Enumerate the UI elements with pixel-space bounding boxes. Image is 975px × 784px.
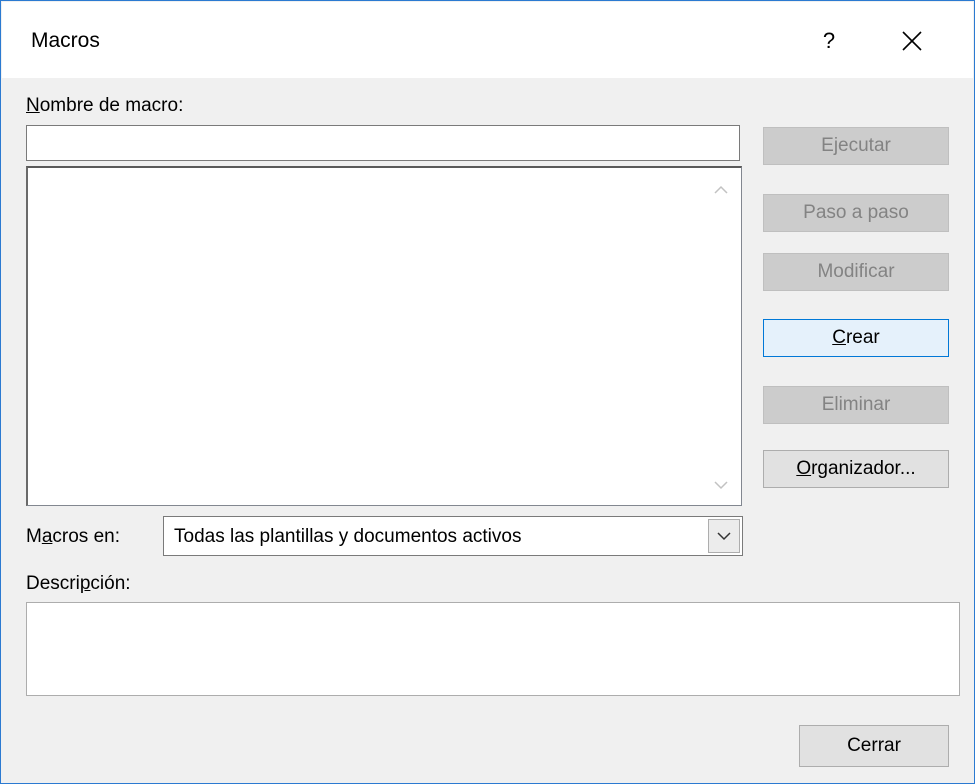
chevron-down-icon [717,532,731,541]
macros-in-selected-value: Todas las plantillas y documentos activo… [174,526,522,547]
run-button[interactable]: Ejecutar [763,127,949,165]
description-label: Descripción: [26,573,131,594]
close-icon [902,31,922,51]
help-button[interactable]: ? [804,16,854,66]
close-window-button[interactable] [882,16,942,66]
edit-button[interactable]: Modificar [763,253,949,291]
macros-in-dropdown[interactable]: Todas las plantillas y documentos activo… [163,516,743,556]
macros-dialog: Macros ? Nombre de macro: Ejecutar Paso … [0,0,975,784]
macro-name-input[interactable] [26,125,740,161]
delete-button[interactable]: Eliminar [763,386,949,424]
dropdown-arrow-button[interactable] [708,519,740,553]
create-button[interactable]: Crear [763,319,949,357]
macro-name-label: Nombre de macro: [26,95,184,116]
organizer-button[interactable]: Organizador... [763,450,949,488]
scroll-down-icon[interactable] [709,473,733,497]
scroll-up-icon[interactable] [709,178,733,202]
macro-list[interactable] [26,166,742,506]
step-into-button[interactable]: Paso a paso [763,194,949,232]
title-bar: Macros ? [2,2,973,78]
macros-in-label: Macros en: [26,526,120,547]
description-box [26,602,960,696]
close-button[interactable]: Cerrar [799,725,949,767]
dialog-title: Macros [31,29,100,52]
